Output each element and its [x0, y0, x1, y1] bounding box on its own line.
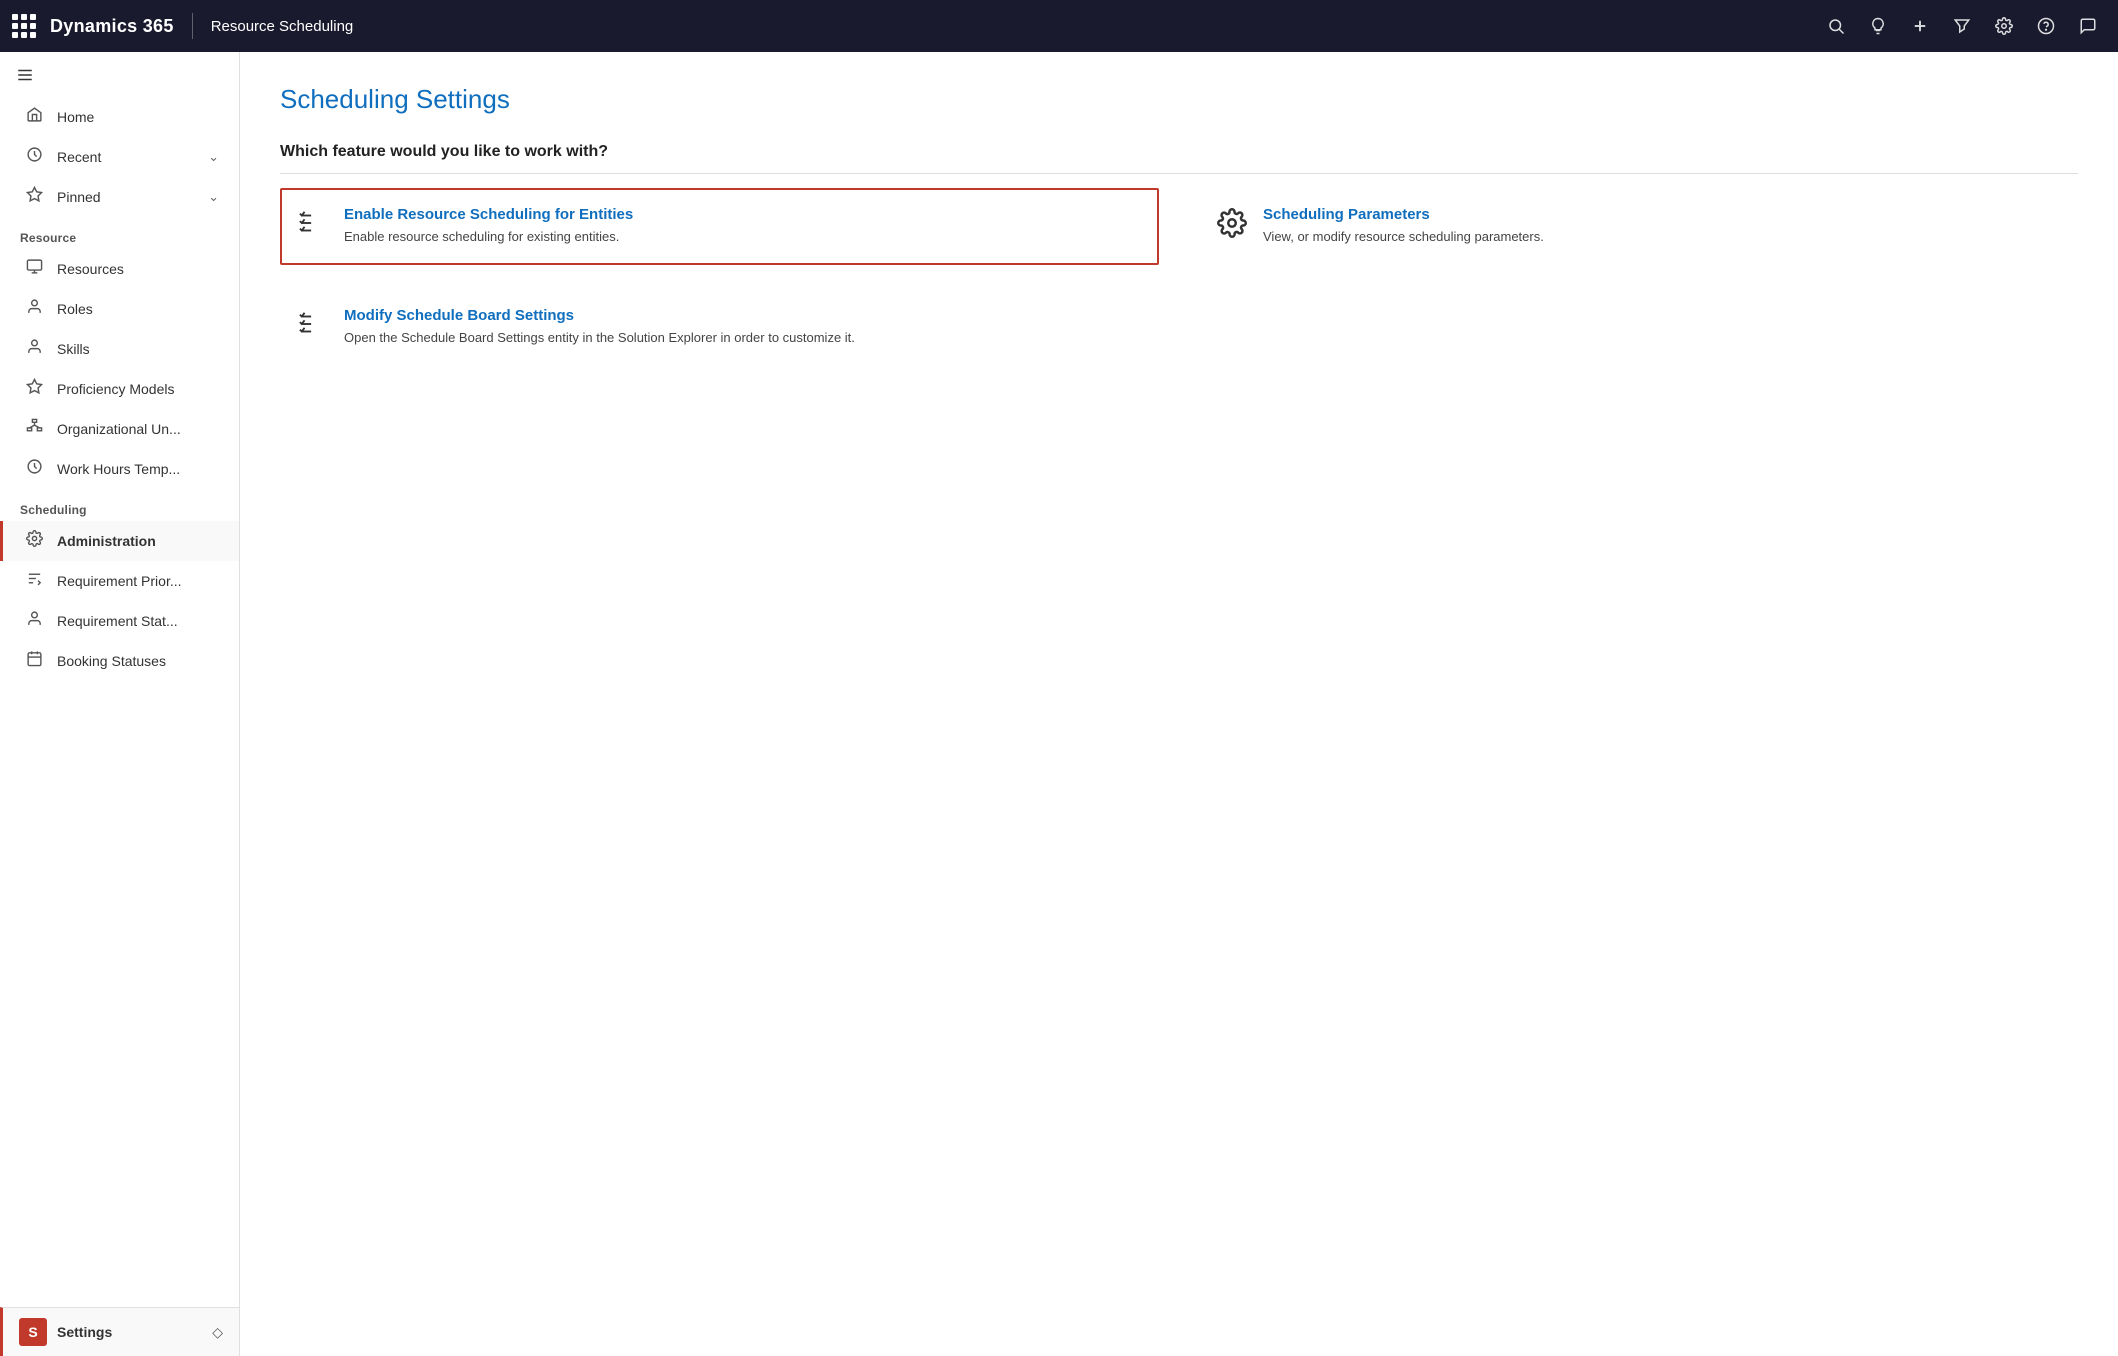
scheduling-section-label: Scheduling — [0, 489, 239, 521]
settings-chevron-icon: ◇ — [212, 1324, 223, 1341]
reqpriority-icon — [23, 570, 45, 592]
recent-icon — [23, 146, 45, 168]
checklist-icon-2 — [298, 309, 328, 346]
lightbulb-icon[interactable] — [1860, 8, 1896, 44]
help-icon[interactable] — [2028, 8, 2064, 44]
resources-icon — [23, 258, 45, 280]
sidebar-item-orgunit[interactable]: Organizational Un... — [0, 409, 239, 449]
reqstatus-label: Requirement Stat... — [57, 613, 219, 629]
resources-label: Resources — [57, 261, 219, 277]
sidebar-item-roles[interactable]: Roles — [0, 289, 239, 329]
sidebar: Home Recent ⌄ Pinned ⌄ Resource — [0, 52, 240, 1356]
feature-title-enable-resource: Enable Resource Scheduling for Entities — [344, 206, 633, 223]
recent-label: Recent — [57, 149, 196, 165]
brand-title: Dynamics 365 — [50, 16, 174, 37]
search-icon[interactable] — [1818, 8, 1854, 44]
workhours-label: Work Hours Temp... — [57, 461, 219, 477]
proficiency-icon — [23, 378, 45, 400]
sidebar-item-home[interactable]: Home — [0, 97, 239, 137]
settings-badge: S — [19, 1318, 47, 1346]
filter-icon[interactable] — [1944, 8, 1980, 44]
roles-icon — [23, 298, 45, 320]
settings-footer-item[interactable]: S Settings ◇ — [0, 1307, 239, 1356]
feature-title-scheduling-params: Scheduling Parameters — [1263, 206, 1544, 223]
reqstatus-icon — [23, 610, 45, 632]
booking-icon — [23, 650, 45, 672]
sidebar-item-administration[interactable]: Administration — [0, 521, 239, 561]
home-label: Home — [57, 109, 219, 125]
top-navigation-bar: Dynamics 365 Resource Scheduling — [0, 0, 2118, 52]
waffle-menu[interactable] — [12, 14, 36, 38]
pinned-label: Pinned — [57, 189, 196, 205]
feature-text-modify-board: Modify Schedule Board Settings Open the … — [344, 307, 855, 348]
section-question: Which feature would you like to work wit… — [280, 143, 2078, 174]
feature-grid: Enable Resource Scheduling for Entities … — [280, 188, 2078, 365]
orgunit-label: Organizational Un... — [57, 421, 219, 437]
sidebar-item-booking[interactable]: Booking Statuses — [0, 641, 239, 681]
sidebar-item-reqpriority[interactable]: Requirement Prior... — [0, 561, 239, 601]
main-wrapper: Home Recent ⌄ Pinned ⌄ Resource — [0, 52, 2118, 1356]
skills-label: Skills — [57, 341, 219, 357]
administration-icon — [23, 530, 45, 552]
module-title: Resource Scheduling — [211, 18, 1818, 35]
feature-desc-enable-resource: Enable resource scheduling for existing … — [344, 227, 633, 247]
feedback-icon[interactable] — [2070, 8, 2106, 44]
administration-label: Administration — [57, 533, 219, 549]
feature-card-enable-resource-scheduling[interactable]: Enable Resource Scheduling for Entities … — [280, 188, 1159, 265]
gear-icon-feature — [1217, 208, 1247, 245]
add-icon[interactable] — [1902, 8, 1938, 44]
sidebar-item-proficiency[interactable]: Proficiency Models — [0, 369, 239, 409]
sidebar-item-pinned[interactable]: Pinned ⌄ — [0, 177, 239, 217]
workhours-icon — [23, 458, 45, 480]
feature-desc-scheduling-params: View, or modify resource scheduling para… — [1263, 227, 1544, 247]
feature-text-enable-resource: Enable Resource Scheduling for Entities … — [344, 206, 633, 247]
checklist-icon-1 — [298, 208, 328, 245]
sidebar-item-reqstatus[interactable]: Requirement Stat... — [0, 601, 239, 641]
booking-label: Booking Statuses — [57, 653, 219, 669]
roles-label: Roles — [57, 301, 219, 317]
proficiency-label: Proficiency Models — [57, 381, 219, 397]
settings-label: Settings — [57, 1324, 202, 1340]
feature-text-scheduling-params: Scheduling Parameters View, or modify re… — [1263, 206, 1544, 247]
feature-title-modify-board: Modify Schedule Board Settings — [344, 307, 855, 324]
feature-card-modify-schedule-board[interactable]: Modify Schedule Board Settings Open the … — [280, 289, 1159, 366]
main-content-area: Scheduling Settings Which feature would … — [240, 52, 2118, 1356]
top-bar-action-icons — [1818, 8, 2106, 44]
feature-card-scheduling-parameters[interactable]: Scheduling Parameters View, or modify re… — [1199, 188, 2078, 265]
home-icon — [23, 106, 45, 128]
sidebar-item-skills[interactable]: Skills — [0, 329, 239, 369]
recent-chevron-icon: ⌄ — [208, 149, 219, 165]
page-title: Scheduling Settings — [280, 84, 2078, 115]
skills-icon — [23, 338, 45, 360]
orgunit-icon — [23, 418, 45, 440]
hamburger-menu-button[interactable] — [0, 52, 239, 97]
top-bar-divider — [192, 13, 193, 39]
sidebar-item-recent[interactable]: Recent ⌄ — [0, 137, 239, 177]
pinned-chevron-icon: ⌄ — [208, 189, 219, 205]
feature-desc-modify-board: Open the Schedule Board Settings entity … — [344, 328, 855, 348]
pinned-icon — [23, 186, 45, 208]
reqpriority-label: Requirement Prior... — [57, 573, 219, 589]
sidebar-item-resources[interactable]: Resources — [0, 249, 239, 289]
sidebar-item-workhours[interactable]: Work Hours Temp... — [0, 449, 239, 489]
settings-icon[interactable] — [1986, 8, 2022, 44]
resource-section-label: Resource — [0, 217, 239, 249]
